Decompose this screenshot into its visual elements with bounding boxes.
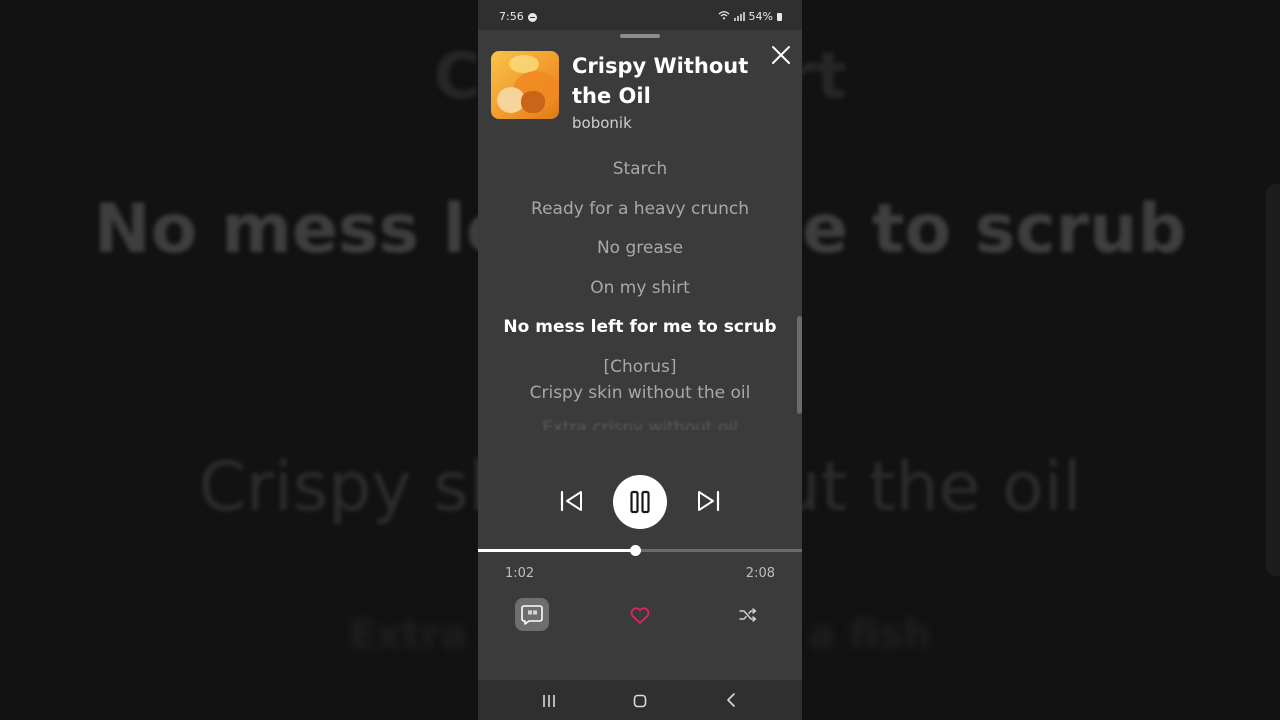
progress-bar[interactable] [478,545,802,556]
like-button[interactable] [628,603,652,627]
phone-screen: 7:56 54% Crispy Without the Oil bobonik … [478,0,802,720]
lyrics-scrollbar[interactable] [797,316,802,414]
edge-panel-handle[interactable] [1266,184,1280,576]
lyric-line[interactable]: Crispy skin without the oil [478,383,802,403]
heart-icon [630,607,650,624]
lyric-line[interactable]: Ready for a heavy crunch [478,199,802,219]
recent-apps-button[interactable] [540,693,558,707]
back-icon [727,693,735,707]
next-button[interactable] [694,487,722,515]
lyrics-panel[interactable]: Starch Ready for a heavy crunch No greas… [478,152,802,430]
current-lyric-line[interactable]: No mess left for me to scrub [478,317,802,337]
total-duration: 2:08 [745,566,775,581]
status-icons: 54% [718,10,782,23]
skip-next-icon [698,490,720,512]
recents-icon [543,695,555,707]
wifi-icon [718,10,730,23]
status-time: 7:56 [499,10,524,23]
lyric-line[interactable]: [Chorus] [478,357,802,377]
system-navigation-bar [478,680,802,720]
lyric-line[interactable]: Starch [478,159,802,179]
shuffle-icon [739,608,757,622]
back-button[interactable] [724,692,738,708]
lyrics-toggle-button[interactable] [515,598,549,631]
skip-previous-icon [560,490,582,512]
close-icon [772,46,790,64]
battery-percent: 54% [748,10,773,23]
home-icon [633,694,647,708]
lyric-line[interactable]: On my shirt [478,278,802,298]
pause-icon [630,490,650,514]
do-not-disturb-icon [528,13,537,22]
artist-name[interactable]: bobonik [572,114,632,132]
signal-icon [733,12,745,21]
lyric-line[interactable]: Extra crispy without oil [478,418,802,430]
lyric-line[interactable]: No grease [478,238,802,258]
shuffle-button[interactable] [737,604,759,626]
battery-icon [777,12,782,21]
song-title: Crispy Without the Oil [572,54,749,108]
album-art [491,51,559,119]
progress-fill [478,549,635,552]
previous-button[interactable] [558,487,586,515]
progress-handle[interactable] [629,545,641,556]
elapsed-time: 1:02 [505,566,535,581]
pause-button[interactable] [613,475,667,529]
close-button[interactable] [768,42,794,68]
status-bar: 7:56 54% [478,0,802,30]
sheet-drag-handle[interactable] [620,34,660,38]
lyrics-icon [521,605,543,625]
home-button[interactable] [633,693,647,708]
